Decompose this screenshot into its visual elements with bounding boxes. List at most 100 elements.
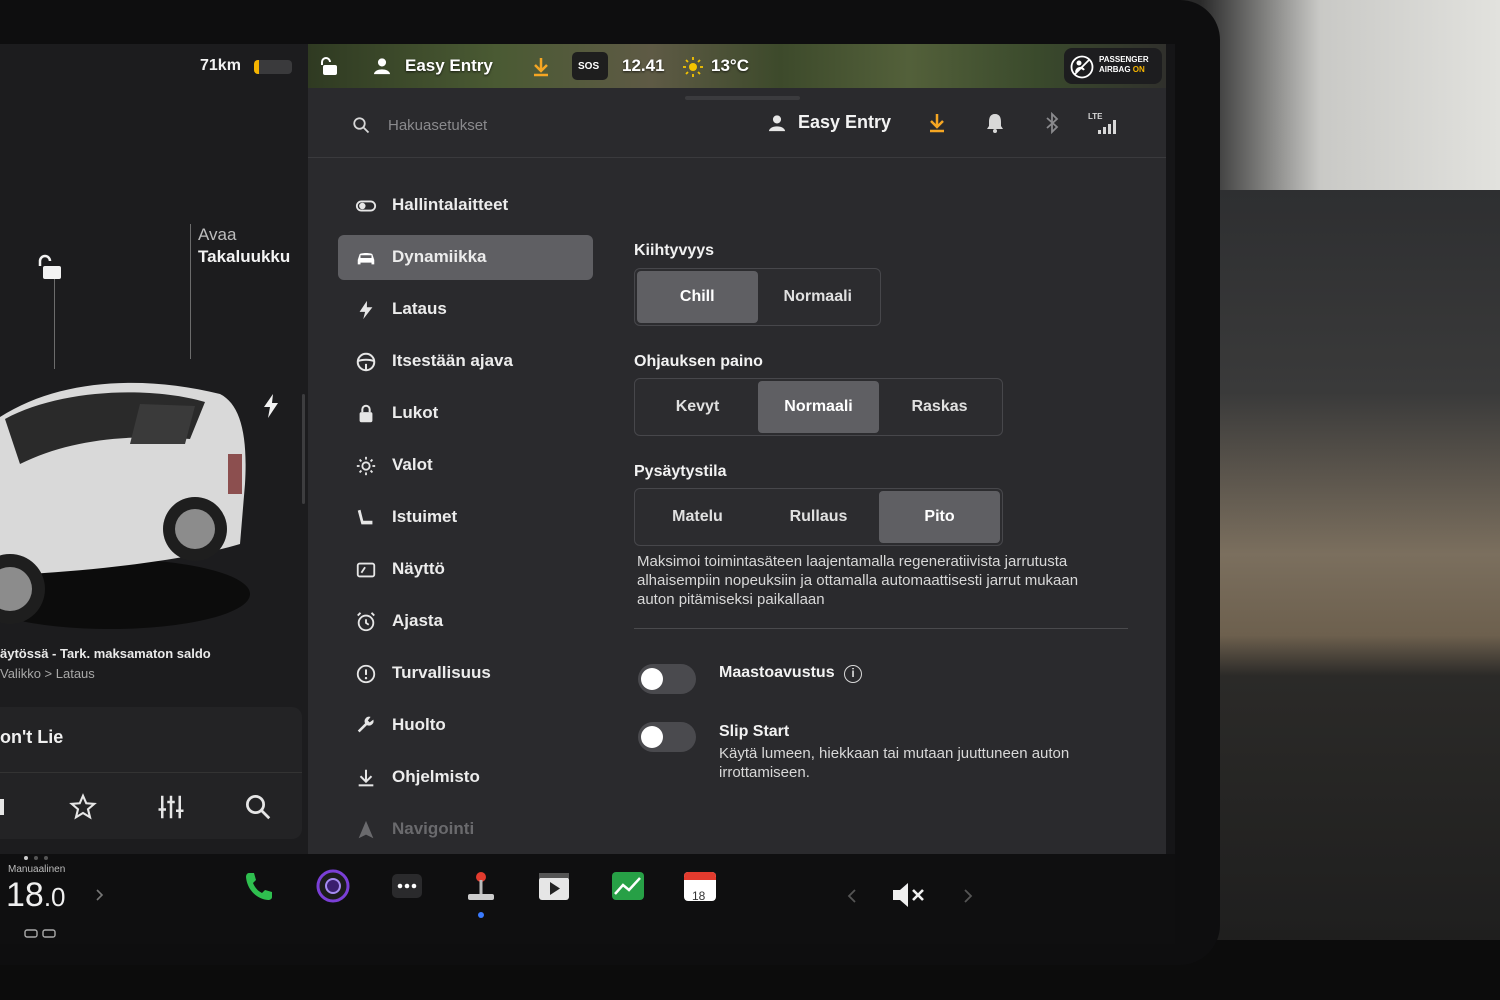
light-icon (356, 456, 376, 476)
temp-chevron-right-icon[interactable] (96, 889, 104, 901)
sidebar-item-label: Itsestään ajava (392, 351, 513, 370)
toggle-icon (355, 200, 377, 212)
steering-title: Ohjauksen paino (634, 353, 763, 370)
sidebar-item-info-circle[interactable]: Turvallisuus (338, 651, 593, 696)
search-icon (353, 117, 370, 134)
profile-icon[interactable] (373, 57, 391, 75)
sidebar-item-label: Valot (392, 455, 433, 474)
sidebar-item-steering-wheel[interactable]: Itsestään ajava (338, 339, 593, 384)
sidebar-item-label: Turvallisuus (392, 663, 491, 682)
sidebar-item-car[interactable]: Dynamiikka (338, 235, 593, 280)
steering-option-raskas[interactable]: Raskas (879, 381, 1000, 433)
theater-icon[interactable] (536, 868, 572, 904)
sos-button[interactable]: SOS (572, 52, 608, 80)
sidebar-item-lock[interactable]: Lukot (338, 391, 593, 436)
airbag-icon (1070, 55, 1094, 79)
download-status-icon[interactable] (531, 56, 551, 78)
volume-up-chevron-icon[interactable] (963, 888, 973, 904)
display-icon (356, 562, 376, 578)
sidebar-item-label: Dynamiikka (392, 247, 487, 266)
airbag-prefix: AIRBAG (1099, 65, 1131, 74)
seat-heater-icons[interactable] (24, 928, 58, 940)
stopping-mode-selector: Matelu Rullaus Pito (634, 488, 1003, 546)
car-view-pane: 71km Avaa Takaluukku äytössä - Tark. mak… (0, 44, 308, 854)
unlock-icon[interactable] (38, 254, 66, 282)
trunk-label-top: Avaa (198, 225, 237, 244)
status-profile-name[interactable]: Easy Entry (405, 56, 493, 76)
media-track-title: on't Lie (0, 727, 64, 747)
calendar-day: 18 (692, 889, 706, 903)
unlock-status-icon[interactable] (320, 56, 340, 76)
touchscreen: 71km Avaa Takaluukku äytössä - Tark. mak… (0, 44, 1175, 944)
acceleration-option-normaali[interactable]: Normaali (758, 271, 879, 323)
car-image (0, 382, 250, 629)
terrain-assist-label: Maastoavustus (719, 664, 835, 681)
info-icon[interactable]: i (844, 665, 862, 683)
sidebar-item-label: Ajasta (392, 611, 444, 630)
open-trunk-button[interactable]: Avaa Takaluukku (198, 224, 290, 268)
stocks-chart-icon[interactable] (610, 868, 646, 904)
outside-temperature: 13°C (711, 56, 749, 75)
bottom-dock: Manuaalinen 18.0 18 (0, 854, 1175, 944)
favorite-star-icon[interactable] (68, 792, 98, 822)
pane-resize-handle[interactable] (302, 394, 305, 504)
camera-icon[interactable] (315, 868, 351, 904)
settings-panel: Easy Entry LTE HallintalaitteetDynamiikk… (308, 88, 1166, 854)
steering-option-kevyt[interactable]: Kevyt (637, 381, 758, 433)
equalizer-icon[interactable] (156, 792, 186, 822)
car-icon (357, 252, 375, 265)
volume-down-chevron-icon[interactable] (847, 888, 857, 904)
settings-search-input[interactable] (388, 114, 628, 136)
sidebar-item-label: Huolto (392, 715, 446, 734)
stopping-option-rullaus[interactable]: Rullaus (758, 491, 879, 543)
sidebar-item-seat[interactable]: Istuimet (338, 495, 593, 540)
dashboard-trim (1215, 190, 1500, 1000)
media-player[interactable]: on't Lie (0, 707, 302, 839)
steering-selector: Kevyt Normaali Raskas (634, 378, 1003, 436)
sidebar-item-label: Navigointi (392, 819, 475, 838)
dynamics-settings: Kiihtyvyys Chill Normaali Ohjauksen paino… (634, 88, 1154, 854)
slip-start-toggle[interactable] (638, 722, 696, 752)
sidebar-item-wrench[interactable]: Huolto (338, 703, 593, 748)
wrench-icon (357, 716, 374, 733)
terrain-assist-toggle[interactable] (638, 664, 696, 694)
sidebar-item-download[interactable]: Ohjelmisto (338, 755, 593, 800)
sidebar-item-label: Näyttö (392, 559, 445, 578)
sidebar-item-label: Istuimet (392, 507, 458, 526)
page-indicator (24, 847, 54, 865)
volume-mute-icon[interactable] (890, 878, 928, 912)
sidebar-item-label: Hallintalaitteet (392, 195, 509, 214)
charging-status-message: äytössä - Tark. maksamaton saldo (0, 646, 211, 661)
stopping-option-pito[interactable]: Pito (879, 491, 1000, 543)
media-search-icon[interactable] (243, 792, 273, 822)
climate-mode-label: Manuaalinen (8, 864, 66, 875)
info-circle-icon (356, 664, 376, 684)
seat-icon (357, 509, 373, 525)
more-apps-icon[interactable] (389, 868, 425, 904)
sidebar-item-label: Lukot (392, 403, 439, 422)
range-readout: 71km (200, 57, 241, 74)
alarm-clock-icon (357, 612, 375, 632)
status-bar: Easy Entry SOS 12.41 13°C PASSENGER AIRB… (308, 44, 1166, 88)
sidebar-item-display[interactable]: Näyttö (338, 547, 593, 592)
steering-option-normaali[interactable]: Normaali (758, 381, 879, 433)
driver-temperature[interactable]: 18.0 (6, 876, 66, 915)
active-app-indicator (478, 912, 484, 918)
stopping-option-matelu[interactable]: Matelu (637, 491, 758, 543)
media-divider (0, 772, 302, 773)
trunk-label-bottom: Takaluukku (198, 247, 291, 266)
sidebar-item-navigation[interactable]: Navigointi (338, 807, 593, 852)
sidebar-item-toggle[interactable]: Hallintalaitteet (338, 183, 593, 228)
sidebar-item-alarm-clock[interactable]: Ajasta (338, 599, 593, 644)
toybox-joystick-icon[interactable] (463, 868, 499, 904)
sidebar-item-light[interactable]: Valot (338, 443, 593, 488)
navigation-icon (358, 820, 374, 839)
charge-port-bolt-icon[interactable] (262, 394, 280, 418)
media-source-icon[interactable] (0, 792, 30, 822)
sidebar-item-bolt[interactable]: Lataus (338, 287, 593, 332)
charging-status-hint: Valikko > Lataus (0, 666, 95, 681)
phone-icon[interactable] (241, 868, 277, 904)
acceleration-option-chill[interactable]: Chill (637, 271, 758, 323)
battery-icon (254, 60, 292, 74)
acceleration-title: Kiihtyvyys (634, 242, 715, 259)
